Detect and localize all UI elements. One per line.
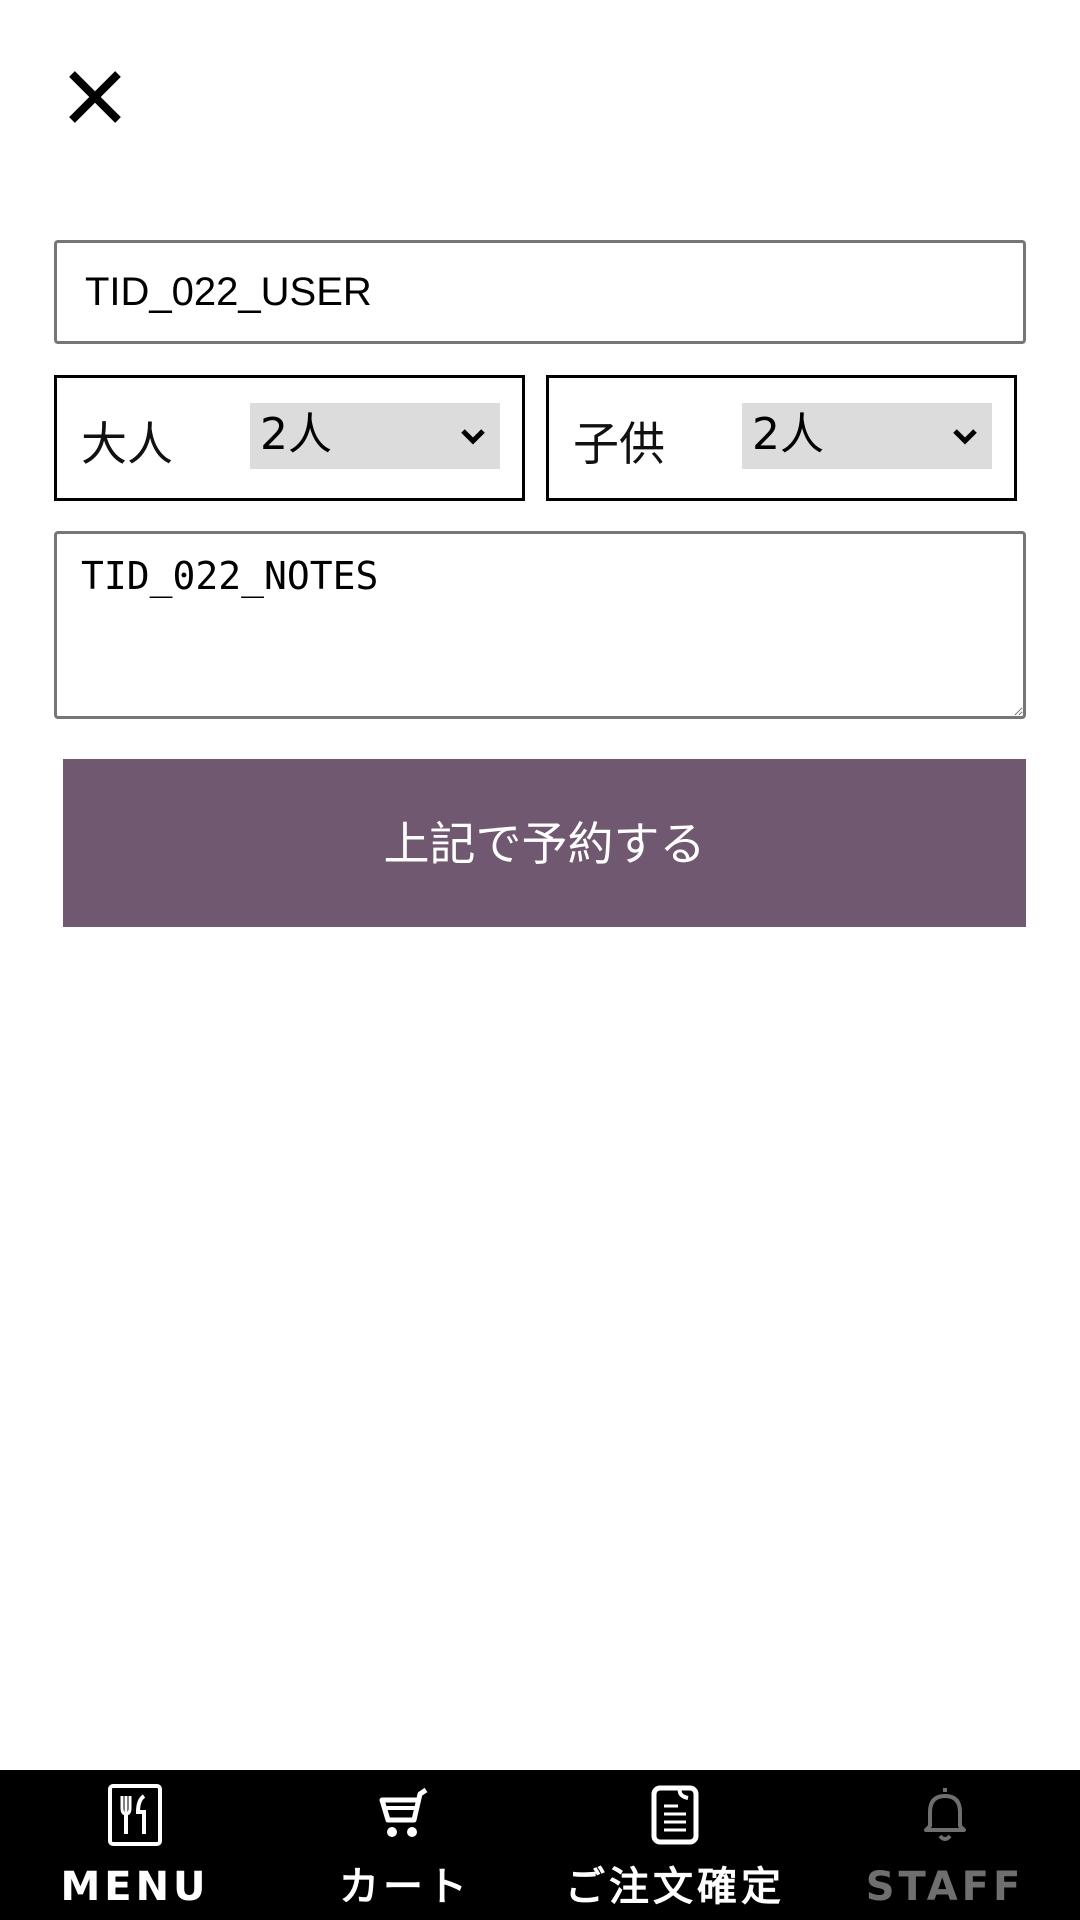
name-input[interactable] <box>54 240 1026 344</box>
adult-label: 大人 <box>81 417 173 471</box>
adult-count-select[interactable]: 2人 <box>250 403 500 469</box>
nav-item-order-confirm[interactable]: ご注文確定 <box>540 1770 810 1920</box>
nav-label-menu: MENU <box>60 1864 210 1910</box>
notes-textarea[interactable]: TID_022_NOTES <box>54 531 1026 719</box>
nav-label-staff: STAFF <box>865 1864 1025 1910</box>
nav-item-cart[interactable]: カート <box>270 1770 540 1920</box>
nav-label-cart: カート <box>339 1864 471 1910</box>
child-label: 子供 <box>573 417 665 471</box>
nav-label-order-confirm: ご注文確定 <box>565 1864 785 1910</box>
nav-item-menu[interactable]: MENU <box>0 1770 270 1920</box>
order-document-icon <box>651 1785 699 1845</box>
close-button[interactable] <box>66 68 124 126</box>
reservation-page: 大人 2人 子供 2人 TID_022_NOTES 上記で予約する ME <box>0 0 1080 1920</box>
chevron-down-icon <box>953 429 977 445</box>
bottom-navigation: MENU カート ご注文確定 STAFF <box>0 1770 1080 1920</box>
adult-count-group: 大人 2人 <box>54 375 525 501</box>
bell-icon <box>924 1788 966 1841</box>
child-count-group: 子供 2人 <box>546 375 1017 501</box>
menu-utensils-icon <box>108 1784 162 1846</box>
close-icon <box>69 71 121 123</box>
chevron-down-icon <box>461 429 485 445</box>
cart-icon <box>379 1787 428 1837</box>
child-count-value: 2人 <box>752 409 824 460</box>
adult-count-value: 2人 <box>260 409 332 460</box>
reserve-button[interactable]: 上記で予約する <box>63 759 1026 927</box>
nav-item-staff[interactable]: STAFF <box>810 1770 1080 1920</box>
child-count-select[interactable]: 2人 <box>742 403 992 469</box>
